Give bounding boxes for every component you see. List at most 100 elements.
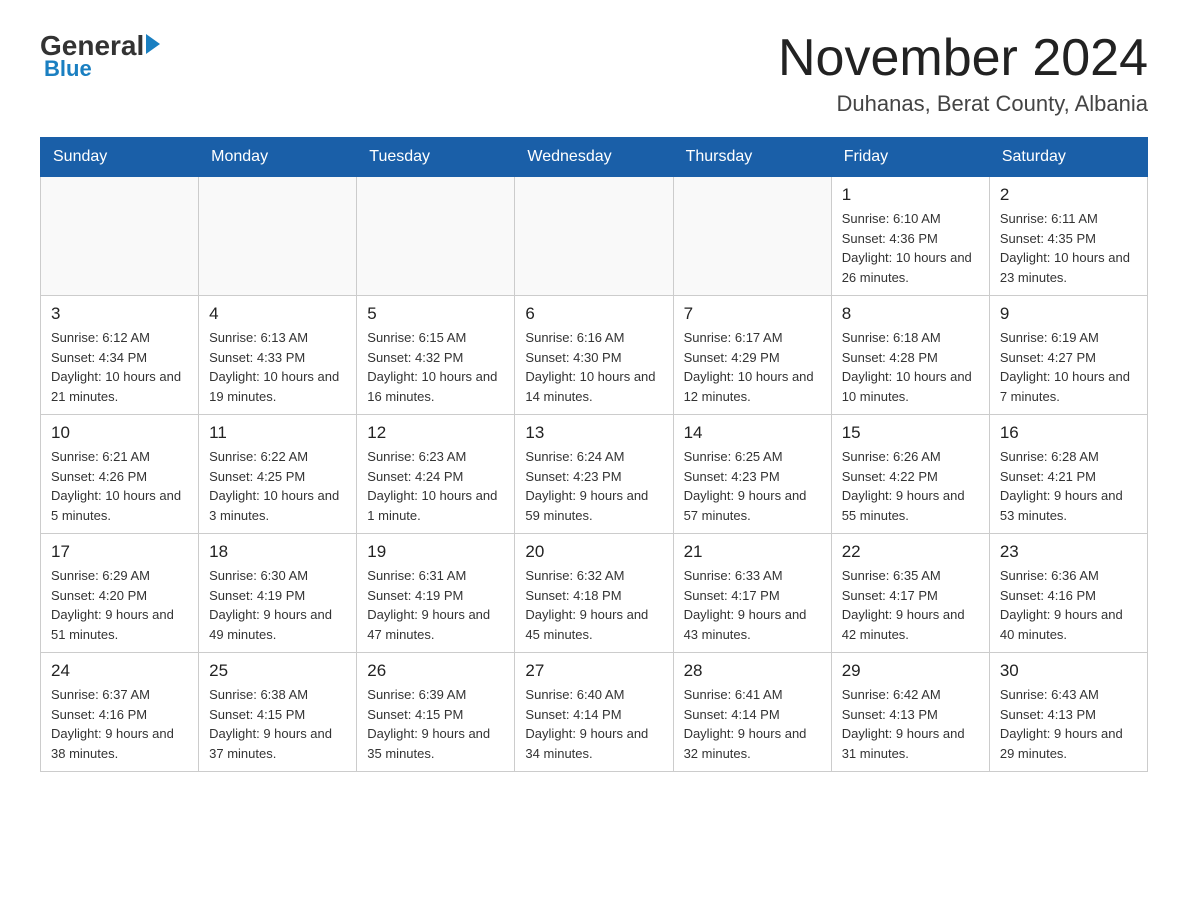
- day-number: 14: [684, 423, 821, 443]
- day-number: 8: [842, 304, 979, 324]
- page-header: General Blue November 2024 Duhanas, Bera…: [40, 30, 1148, 117]
- day-info: Sunrise: 6:33 AM Sunset: 4:17 PM Dayligh…: [684, 566, 821, 644]
- weekday-header-thursday: Thursday: [673, 138, 831, 177]
- day-info: Sunrise: 6:25 AM Sunset: 4:23 PM Dayligh…: [684, 447, 821, 525]
- day-info: Sunrise: 6:18 AM Sunset: 4:28 PM Dayligh…: [842, 328, 979, 406]
- calendar-cell: [515, 177, 673, 296]
- day-number: 16: [1000, 423, 1137, 443]
- calendar-cell: 15Sunrise: 6:26 AM Sunset: 4:22 PM Dayli…: [831, 415, 989, 534]
- calendar-cell: 13Sunrise: 6:24 AM Sunset: 4:23 PM Dayli…: [515, 415, 673, 534]
- day-number: 26: [367, 661, 504, 681]
- calendar-cell: 27 Sunrise: 6:40 AM Sunset: 4:14 PM Dayli…: [515, 653, 673, 772]
- day-info: Sunrise: 6:13 AM Sunset: 4:33 PM Dayligh…: [209, 328, 346, 406]
- calendar-cell: 2Sunrise: 6:11 AM Sunset: 4:35 PM Daylig…: [989, 177, 1147, 296]
- calendar-cell: 23 Sunrise: 6:36 AM Sunset: 4:16 PM Dayli…: [989, 534, 1147, 653]
- calendar-cell: 22 Sunrise: 6:35 AM Sunset: 4:17 PM Dayli…: [831, 534, 989, 653]
- weekday-header-monday: Monday: [199, 138, 357, 177]
- day-info: Sunrise: 6:12 AM Sunset: 4:34 PM Dayligh…: [51, 328, 188, 406]
- week-row-3: 10Sunrise: 6:21 AM Sunset: 4:26 PM Dayli…: [41, 415, 1148, 534]
- day-number: 15: [842, 423, 979, 443]
- day-number: 29: [842, 661, 979, 681]
- day-info: Sunrise: 6:17 AM Sunset: 4:29 PM Dayligh…: [684, 328, 821, 406]
- calendar-cell: 5 Sunrise: 6:15 AM Sunset: 4:32 PM Daylig…: [357, 296, 515, 415]
- calendar-table: SundayMondayTuesdayWednesdayThursdayFrid…: [40, 137, 1148, 772]
- logo: General Blue: [40, 30, 160, 82]
- day-info: Sunrise: 6:22 AM Sunset: 4:25 PM Dayligh…: [209, 447, 346, 525]
- weekday-header-tuesday: Tuesday: [357, 138, 515, 177]
- day-number: 7: [684, 304, 821, 324]
- calendar-cell: 9Sunrise: 6:19 AM Sunset: 4:27 PM Daylig…: [989, 296, 1147, 415]
- calendar-cell: 16 Sunrise: 6:28 AM Sunset: 4:21 PM Dayli…: [989, 415, 1147, 534]
- calendar-cell: 11 Sunrise: 6:22 AM Sunset: 4:25 PM Dayli…: [199, 415, 357, 534]
- weekday-header-sunday: Sunday: [41, 138, 199, 177]
- calendar-cell: 17 Sunrise: 6:29 AM Sunset: 4:20 PM Dayli…: [41, 534, 199, 653]
- logo-blue: Blue: [44, 56, 92, 82]
- day-info: Sunrise: 6:38 AM Sunset: 4:15 PM Dayligh…: [209, 685, 346, 763]
- calendar-cell: 26 Sunrise: 6:39 AM Sunset: 4:15 PM Dayli…: [357, 653, 515, 772]
- day-number: 9: [1000, 304, 1137, 324]
- week-row-2: 3 Sunrise: 6:12 AM Sunset: 4:34 PM Daylig…: [41, 296, 1148, 415]
- day-info: Sunrise: 6:24 AM Sunset: 4:23 PM Dayligh…: [525, 447, 662, 525]
- calendar-cell: 18 Sunrise: 6:30 AM Sunset: 4:19 PM Dayli…: [199, 534, 357, 653]
- day-number: 4: [209, 304, 346, 324]
- day-number: 3: [51, 304, 188, 324]
- location-title: Duhanas, Berat County, Albania: [778, 91, 1148, 117]
- calendar-cell: 21 Sunrise: 6:33 AM Sunset: 4:17 PM Dayli…: [673, 534, 831, 653]
- calendar-cell: 10Sunrise: 6:21 AM Sunset: 4:26 PM Dayli…: [41, 415, 199, 534]
- day-info: Sunrise: 6:35 AM Sunset: 4:17 PM Dayligh…: [842, 566, 979, 644]
- day-number: 30: [1000, 661, 1137, 681]
- day-number: 23: [1000, 542, 1137, 562]
- calendar-cell: 3 Sunrise: 6:12 AM Sunset: 4:34 PM Daylig…: [41, 296, 199, 415]
- week-row-5: 24 Sunrise: 6:37 AM Sunset: 4:16 PM Dayli…: [41, 653, 1148, 772]
- calendar-cell: 7 Sunrise: 6:17 AM Sunset: 4:29 PM Daylig…: [673, 296, 831, 415]
- calendar-cell: 25 Sunrise: 6:38 AM Sunset: 4:15 PM Dayli…: [199, 653, 357, 772]
- calendar-cell: 8 Sunrise: 6:18 AM Sunset: 4:28 PM Daylig…: [831, 296, 989, 415]
- day-info: Sunrise: 6:42 AM Sunset: 4:13 PM Dayligh…: [842, 685, 979, 763]
- day-number: 22: [842, 542, 979, 562]
- day-number: 25: [209, 661, 346, 681]
- weekday-header-row: SundayMondayTuesdayWednesdayThursdayFrid…: [41, 138, 1148, 177]
- calendar-cell: 24 Sunrise: 6:37 AM Sunset: 4:16 PM Dayli…: [41, 653, 199, 772]
- day-info: Sunrise: 6:15 AM Sunset: 4:32 PM Dayligh…: [367, 328, 504, 406]
- day-info: Sunrise: 6:31 AM Sunset: 4:19 PM Dayligh…: [367, 566, 504, 644]
- day-number: 27: [525, 661, 662, 681]
- calendar-cell: 19 Sunrise: 6:31 AM Sunset: 4:19 PM Dayli…: [357, 534, 515, 653]
- day-info: Sunrise: 6:36 AM Sunset: 4:16 PM Dayligh…: [1000, 566, 1137, 644]
- day-number: 11: [209, 423, 346, 443]
- title-area: November 2024 Duhanas, Berat County, Alb…: [778, 30, 1148, 117]
- day-info: Sunrise: 6:11 AM Sunset: 4:35 PM Dayligh…: [1000, 209, 1137, 287]
- day-number: 5: [367, 304, 504, 324]
- weekday-header-wednesday: Wednesday: [515, 138, 673, 177]
- calendar-cell: 20 Sunrise: 6:32 AM Sunset: 4:18 PM Dayli…: [515, 534, 673, 653]
- calendar-cell: [199, 177, 357, 296]
- day-info: Sunrise: 6:32 AM Sunset: 4:18 PM Dayligh…: [525, 566, 662, 644]
- day-info: Sunrise: 6:40 AM Sunset: 4:14 PM Dayligh…: [525, 685, 662, 763]
- day-number: 20: [525, 542, 662, 562]
- calendar-cell: [673, 177, 831, 296]
- day-info: Sunrise: 6:29 AM Sunset: 4:20 PM Dayligh…: [51, 566, 188, 644]
- day-info: Sunrise: 6:43 AM Sunset: 4:13 PM Dayligh…: [1000, 685, 1137, 763]
- day-number: 28: [684, 661, 821, 681]
- day-number: 17: [51, 542, 188, 562]
- day-number: 19: [367, 542, 504, 562]
- day-info: Sunrise: 6:41 AM Sunset: 4:14 PM Dayligh…: [684, 685, 821, 763]
- month-title: November 2024: [778, 30, 1148, 87]
- day-number: 24: [51, 661, 188, 681]
- calendar-cell: 1Sunrise: 6:10 AM Sunset: 4:36 PM Daylig…: [831, 177, 989, 296]
- day-info: Sunrise: 6:10 AM Sunset: 4:36 PM Dayligh…: [842, 209, 979, 287]
- calendar-cell: 6Sunrise: 6:16 AM Sunset: 4:30 PM Daylig…: [515, 296, 673, 415]
- day-info: Sunrise: 6:30 AM Sunset: 4:19 PM Dayligh…: [209, 566, 346, 644]
- day-number: 6: [525, 304, 662, 324]
- day-info: Sunrise: 6:21 AM Sunset: 4:26 PM Dayligh…: [51, 447, 188, 525]
- day-info: Sunrise: 6:28 AM Sunset: 4:21 PM Dayligh…: [1000, 447, 1137, 525]
- calendar-cell: 28 Sunrise: 6:41 AM Sunset: 4:14 PM Dayli…: [673, 653, 831, 772]
- week-row-1: 1Sunrise: 6:10 AM Sunset: 4:36 PM Daylig…: [41, 177, 1148, 296]
- day-number: 18: [209, 542, 346, 562]
- weekday-header-saturday: Saturday: [989, 138, 1147, 177]
- day-info: Sunrise: 6:39 AM Sunset: 4:15 PM Dayligh…: [367, 685, 504, 763]
- calendar-cell: [357, 177, 515, 296]
- day-info: Sunrise: 6:37 AM Sunset: 4:16 PM Dayligh…: [51, 685, 188, 763]
- calendar-cell: 29 Sunrise: 6:42 AM Sunset: 4:13 PM Dayli…: [831, 653, 989, 772]
- calendar-cell: 12Sunrise: 6:23 AM Sunset: 4:24 PM Dayli…: [357, 415, 515, 534]
- day-number: 21: [684, 542, 821, 562]
